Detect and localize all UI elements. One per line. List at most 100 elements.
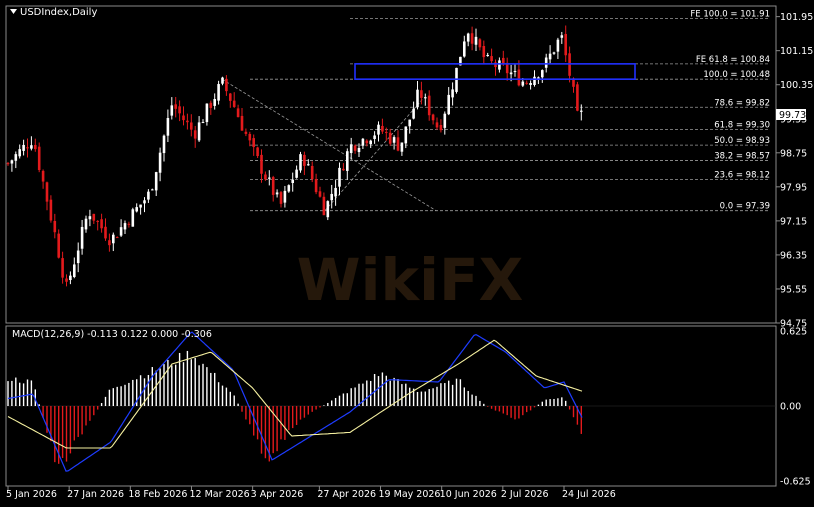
fib-levels: FE 100.0 = 101.91 FE 61.8 = 100.84 100.0 =… xyxy=(250,9,770,212)
candle-down xyxy=(252,138,255,148)
candle-up xyxy=(119,227,123,236)
time-axis: 5 Jan 2026 27 Jan 2026 18 Feb 2026 12 Mar 2… xyxy=(6,486,616,500)
candle-up xyxy=(463,41,466,57)
candle-down xyxy=(53,220,57,233)
candle-up xyxy=(22,144,25,151)
candle-down xyxy=(41,170,45,182)
candle-up xyxy=(88,216,92,220)
candle-down xyxy=(271,177,275,195)
candle-down xyxy=(49,199,53,221)
current-price-value: 99.73 xyxy=(779,110,806,121)
time-tick-label: 27 Apr 2026 xyxy=(317,489,376,500)
price-tick-label: 100.35 xyxy=(780,80,813,91)
price-axis: 101.95101.15100.3599.5598.7597.9597.1596… xyxy=(776,12,813,488)
candle-up xyxy=(123,223,127,230)
candle-down xyxy=(37,146,41,171)
candle-up xyxy=(80,226,84,249)
candle-up xyxy=(537,77,540,79)
candle-down xyxy=(248,133,252,141)
candle-down xyxy=(478,39,482,48)
candle-down xyxy=(209,102,213,108)
candle-up xyxy=(30,145,33,149)
dropdown-arrow-icon[interactable] xyxy=(10,9,17,14)
candle-up xyxy=(357,147,361,153)
candle-up xyxy=(18,149,21,157)
candle-down xyxy=(365,140,369,144)
candle-up xyxy=(268,177,271,179)
candle-down xyxy=(517,69,521,86)
candle-up xyxy=(408,119,411,127)
candle-up xyxy=(295,169,298,178)
candle-down xyxy=(193,130,197,139)
price-tick-label: 95.55 xyxy=(780,284,807,295)
candle-down xyxy=(303,154,306,166)
candle-down xyxy=(388,132,392,144)
macd-main-line xyxy=(7,331,583,472)
candle-up xyxy=(361,138,365,146)
candle-down xyxy=(61,258,64,278)
candle-down xyxy=(396,137,400,151)
candle-up xyxy=(451,89,454,98)
candle-up xyxy=(307,164,310,166)
candle-up xyxy=(580,110,583,112)
macd-tick-label: 0.00 xyxy=(780,402,801,413)
candle-down xyxy=(190,122,193,130)
candle-down xyxy=(564,33,567,56)
candle-down xyxy=(310,165,314,180)
candle-up xyxy=(486,55,489,57)
candle-down xyxy=(439,124,443,131)
candle-down xyxy=(525,82,528,84)
candle-up xyxy=(377,124,380,135)
candle-down xyxy=(34,144,37,150)
candle-up xyxy=(205,103,209,122)
candle-up xyxy=(548,53,552,60)
price-tick-label: 97.95 xyxy=(780,182,807,193)
candle-down xyxy=(342,168,345,171)
price-tick-label: 97.15 xyxy=(780,216,807,227)
candle-down xyxy=(435,122,439,128)
candle-up xyxy=(213,99,216,106)
candle-down xyxy=(322,196,326,216)
time-tick-label: 3 Apr 2026 xyxy=(251,489,304,500)
candle-up xyxy=(529,82,532,85)
fib-level-label: 61.8 = 99.30 xyxy=(714,120,770,130)
candle-up xyxy=(404,126,408,144)
chart-window: WikiFX FE 100.0 = 101.91 FE 61.8 = 100.84… xyxy=(0,0,814,503)
candle-down xyxy=(381,125,384,132)
candle-up xyxy=(283,190,287,203)
candle-up xyxy=(201,122,205,124)
candle-down xyxy=(127,223,131,225)
candle-down xyxy=(314,179,318,193)
price-tick-label: 101.95 xyxy=(780,12,813,23)
candle-up xyxy=(69,275,72,281)
candle-down xyxy=(115,237,119,239)
chart-title: USDIndex,Daily xyxy=(20,7,97,18)
candle-down xyxy=(6,163,10,165)
time-tick-label: 24 Jul 2026 xyxy=(562,489,616,500)
candle-up xyxy=(560,35,564,38)
time-tick-label: 2 Jul 2026 xyxy=(501,489,549,500)
candle-down xyxy=(427,95,431,116)
candle-down xyxy=(482,45,486,58)
candle-up xyxy=(217,84,220,101)
candle-down xyxy=(431,114,435,121)
candle-up xyxy=(521,81,525,86)
candle-up xyxy=(369,140,372,145)
candle-up xyxy=(84,218,88,230)
macd-signal-line xyxy=(7,339,583,449)
candle-down xyxy=(236,108,240,118)
candle-down xyxy=(256,147,259,157)
candle-up xyxy=(424,97,427,99)
candle-up xyxy=(14,154,18,161)
candle-up xyxy=(139,204,142,208)
candle-up xyxy=(513,70,517,72)
candle-down xyxy=(353,145,357,151)
candle-down xyxy=(182,115,185,121)
candle-up xyxy=(509,72,513,75)
candle-up xyxy=(151,189,154,191)
candle-up xyxy=(326,201,330,218)
candle-down xyxy=(57,233,60,258)
price-tick-label: 98.75 xyxy=(780,148,807,159)
candle-up xyxy=(291,179,294,183)
candle-up xyxy=(154,172,158,191)
